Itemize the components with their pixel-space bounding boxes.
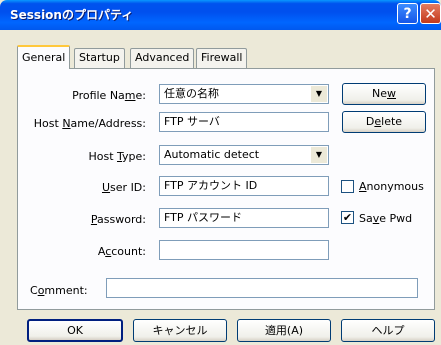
account-input[interactable]: [159, 240, 329, 260]
password-label: Password:: [90, 213, 146, 226]
delete-button[interactable]: Delete: [342, 111, 426, 133]
tab-startup[interactable]: Startup: [74, 48, 125, 68]
anonymous-checkbox[interactable]: [341, 180, 354, 193]
checkmark-icon: ✔: [342, 211, 353, 224]
profile-name-select[interactable]: 任意の名称 ▼: [159, 84, 329, 104]
window-title: Sessionのプロパティ: [10, 8, 134, 22]
tab-general[interactable]: General: [17, 45, 71, 69]
apply-button[interactable]: 適用(A): [237, 319, 331, 342]
help-icon: ?: [403, 5, 412, 22]
title-bar[interactable]: Sessionのプロパティ ? ✕: [0, 0, 441, 30]
cancel-button[interactable]: キャンセル: [133, 319, 227, 342]
comment-input[interactable]: [106, 278, 418, 298]
close-icon: ✕: [424, 4, 437, 23]
save-pwd-checkbox[interactable]: ✔: [341, 211, 354, 224]
chevron-down-icon[interactable]: ▼: [311, 147, 327, 163]
user-id-label: User ID:: [101, 181, 146, 194]
host-type-select[interactable]: Automatic detect ▼: [159, 145, 329, 165]
help-button[interactable]: ヘルプ: [341, 319, 435, 342]
close-button[interactable]: ✕: [420, 3, 441, 24]
new-button[interactable]: New: [342, 83, 426, 105]
session-properties-dialog: Sessionのプロパティ ? ✕ General Startup Advanc…: [0, 0, 441, 345]
comment-label: Comment:: [30, 284, 88, 297]
host-name-label: Host Name/Address:: [33, 117, 146, 130]
user-id-input[interactable]: FTP アカウント ID: [159, 176, 329, 196]
save-pwd-label[interactable]: Save Pwd: [359, 212, 412, 225]
tab-advanced[interactable]: Advanced: [130, 48, 195, 68]
ok-button[interactable]: OK: [27, 319, 123, 342]
profile-name-label: Profile Name:: [72, 89, 146, 102]
help-title-button[interactable]: ?: [397, 3, 418, 24]
chevron-down-icon[interactable]: ▼: [311, 86, 327, 102]
profile-name-value: 任意の名称: [164, 87, 219, 100]
tab-firewall[interactable]: Firewall: [196, 48, 248, 68]
host-name-input[interactable]: FTP サーバ: [159, 112, 329, 132]
account-label: Account:: [97, 245, 146, 258]
anonymous-label[interactable]: Anonymous: [359, 180, 424, 193]
host-type-value: Automatic detect: [164, 148, 260, 161]
host-type-label: Host Type:: [88, 150, 146, 163]
password-input[interactable]: FTP パスワード: [159, 208, 329, 228]
